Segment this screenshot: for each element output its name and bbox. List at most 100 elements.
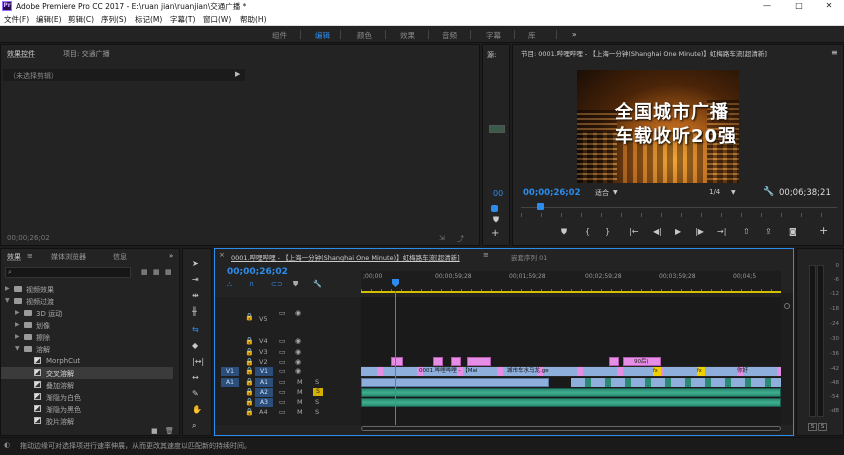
tree-item[interactable]: 渐隐为黑色 [1, 403, 173, 415]
tab-project[interactable]: 项目: 交通广播 [63, 49, 110, 59]
source-add-button[interactable]: + [491, 228, 499, 239]
effects-menu-icon[interactable]: ≡ [27, 252, 33, 260]
expand-arrow-icon[interactable]: ▶ [235, 70, 240, 78]
track-label-a1[interactable]: A1 [255, 378, 273, 387]
timeline-menu-icon[interactable]: ≡ [483, 251, 489, 259]
resolution-chevron-icon[interactable]: ▼ [731, 189, 736, 196]
tab-effect-controls[interactable]: 效果控件 [7, 49, 35, 59]
playhead-line[interactable] [395, 291, 396, 425]
track-select-tool-icon[interactable]: ⇥ [192, 275, 199, 285]
tree-folder[interactable]: ▼ 溶解 [1, 343, 173, 355]
clip-v2[interactable] [467, 357, 491, 366]
effects-search-input[interactable]: ⌕ [5, 267, 131, 278]
expand-arrow-icon[interactable]: ▶ [15, 309, 20, 316]
eye-icon[interactable]: ◉ [295, 348, 301, 356]
program-add-button[interactable]: + [819, 225, 828, 236]
share-icon[interactable]: ⤴ [457, 234, 464, 244]
tree-folder[interactable]: ▶ 划像 [1, 319, 173, 331]
tab-media-browser[interactable]: 媒体浏览器 [51, 252, 86, 262]
pen-tool-icon[interactable]: ✎ [192, 389, 199, 399]
track-label-v1[interactable]: V1 [255, 367, 273, 376]
clip-v1-traffic[interactable]: 城市车水马龙.ge [507, 367, 567, 376]
menu-file[interactable]: 文件(F) [4, 14, 29, 25]
close-button[interactable]: ✕ [814, 0, 844, 13]
tree-folder[interactable]: ▶ 视频效果 [1, 283, 173, 295]
sync-lock-icon[interactable]: ▭ [279, 408, 286, 416]
menu-window[interactable]: 窗口(W) [203, 14, 231, 25]
tree-folder[interactable]: ▶ 擦除 [1, 331, 173, 343]
solo-button[interactable]: S [315, 398, 319, 406]
hand-tool-icon[interactable]: ✋ [192, 405, 202, 415]
export-frame-icon[interactable]: ⇲ [439, 234, 445, 242]
menu-sequence[interactable]: 序列(S) [101, 14, 127, 25]
expand-arrow-icon[interactable]: ▶ [5, 285, 10, 292]
settings-wrench-icon[interactable]: 🔧 [763, 187, 774, 197]
delete-icon[interactable]: 🗑 [165, 427, 174, 435]
add-marker-icon[interactable]: ⛊ [561, 227, 567, 237]
program-scrubber[interactable] [521, 207, 837, 208]
clip-v2[interactable] [609, 357, 619, 366]
effects-more-button[interactable]: » [169, 252, 173, 260]
track-label-v5[interactable]: V5 [259, 315, 268, 323]
solo-button[interactable]: S [315, 378, 319, 386]
tree-item[interactable]: 叠加溶解 [1, 379, 173, 391]
clip-v2[interactable] [433, 357, 443, 366]
extract-icon[interactable]: ⇪ [765, 227, 772, 237]
track-label-a2[interactable]: A2 [255, 388, 273, 397]
sync-lock-icon[interactable]: ▭ [279, 398, 286, 406]
lock-icon[interactable]: 🔒 [245, 408, 254, 416]
lock-icon[interactable]: 🔒 [245, 378, 254, 386]
ripple-edit-tool-icon[interactable]: ⇹ [192, 291, 199, 301]
tree-item[interactable]: 胶片溶解 [1, 415, 173, 427]
selection-tool-icon[interactable]: ➤ [192, 259, 199, 269]
clip-v1-main[interactable]: 0001.哔哩哔哩 - 【Mai [419, 367, 519, 376]
clip-a1[interactable] [571, 378, 781, 387]
effect-controls-timecode[interactable]: 00;00;26;02 [7, 234, 50, 242]
track-label-v4[interactable]: V4 [259, 337, 268, 345]
tab-nested-sequence[interactable]: 嵌套序列 01 [511, 252, 547, 262]
workspace-libraries[interactable]: 库 [528, 30, 536, 41]
source-timecode[interactable]: 00 [493, 189, 503, 198]
clip-v2[interactable] [451, 357, 461, 366]
time-ruler[interactable]: ;00;00 00;00;59;28 00;01;59;28 00;02;59;… [361, 271, 781, 293]
slide-tool-icon[interactable]: ↔ [192, 373, 199, 383]
source-patch-v1[interactable]: V1 [221, 367, 239, 376]
menu-edit[interactable]: 编辑(E) [36, 14, 62, 25]
clip-v2-label[interactable]: 90后( [623, 357, 661, 366]
meter-solo-right[interactable]: S [818, 423, 827, 431]
tree-folder[interactable]: ▶ 3D 运动 [1, 307, 173, 319]
lock-icon[interactable]: 🔒 [245, 337, 254, 345]
program-menu-icon[interactable]: ≡ [831, 48, 838, 57]
clip-a1[interactable] [361, 378, 549, 387]
mark-out-icon[interactable]: } [605, 227, 610, 237]
track-label-a4[interactable]: A4 [259, 408, 268, 416]
linked-selection-icon[interactable]: ⊂⊃ [271, 280, 283, 288]
slip-tool-icon[interactable]: |↔| [192, 357, 204, 367]
timeline-settings-icon[interactable]: 🔧 [313, 280, 322, 288]
rolling-edit-tool-icon[interactable]: ╫ [192, 307, 197, 317]
workspace-titles[interactable]: 字幕 [486, 30, 501, 41]
step-forward-icon[interactable]: |▶ [695, 227, 704, 237]
sync-lock-icon[interactable]: ▭ [279, 358, 286, 366]
go-to-out-icon[interactable]: →| [717, 227, 726, 237]
add-marker-timeline-icon[interactable]: ⛊ [293, 280, 298, 289]
eye-icon[interactable]: ◉ [295, 309, 301, 317]
menu-title[interactable]: 字幕(T) [170, 14, 195, 25]
sync-lock-icon[interactable]: ▭ [279, 309, 286, 317]
workspace-color[interactable]: 颜色 [357, 30, 372, 41]
sync-lock-icon[interactable]: ▭ [279, 367, 286, 375]
maximize-button[interactable]: □ [784, 0, 814, 13]
tab-sequence-main[interactable]: 0001.哔哩哔哩 - 【上海一分钟(Shanghai One Minute)】… [231, 252, 460, 262]
lock-icon[interactable]: 🔒 [245, 388, 254, 396]
nest-toggle-icon[interactable]: ⛬ [227, 280, 232, 289]
eye-icon[interactable]: ◉ [295, 337, 301, 345]
track-area[interactable]: 90后( 0001.哔哩哔哩 - 【Mai 城市车水马龙.ge 你好 fx fx [361, 291, 781, 425]
timeline-vertical-scrollbar[interactable] [781, 293, 793, 425]
yuv-effects-icon[interactable]: ▦ [165, 268, 172, 276]
sync-lock-icon[interactable]: ▭ [279, 388, 286, 396]
mark-in-icon[interactable]: { [585, 227, 590, 237]
sync-lock-icon[interactable]: ▭ [279, 378, 286, 386]
clip-v2[interactable] [391, 357, 403, 366]
zoom-tool-icon[interactable]: ⌕ [192, 421, 196, 431]
eye-icon[interactable]: ◉ [295, 358, 301, 366]
